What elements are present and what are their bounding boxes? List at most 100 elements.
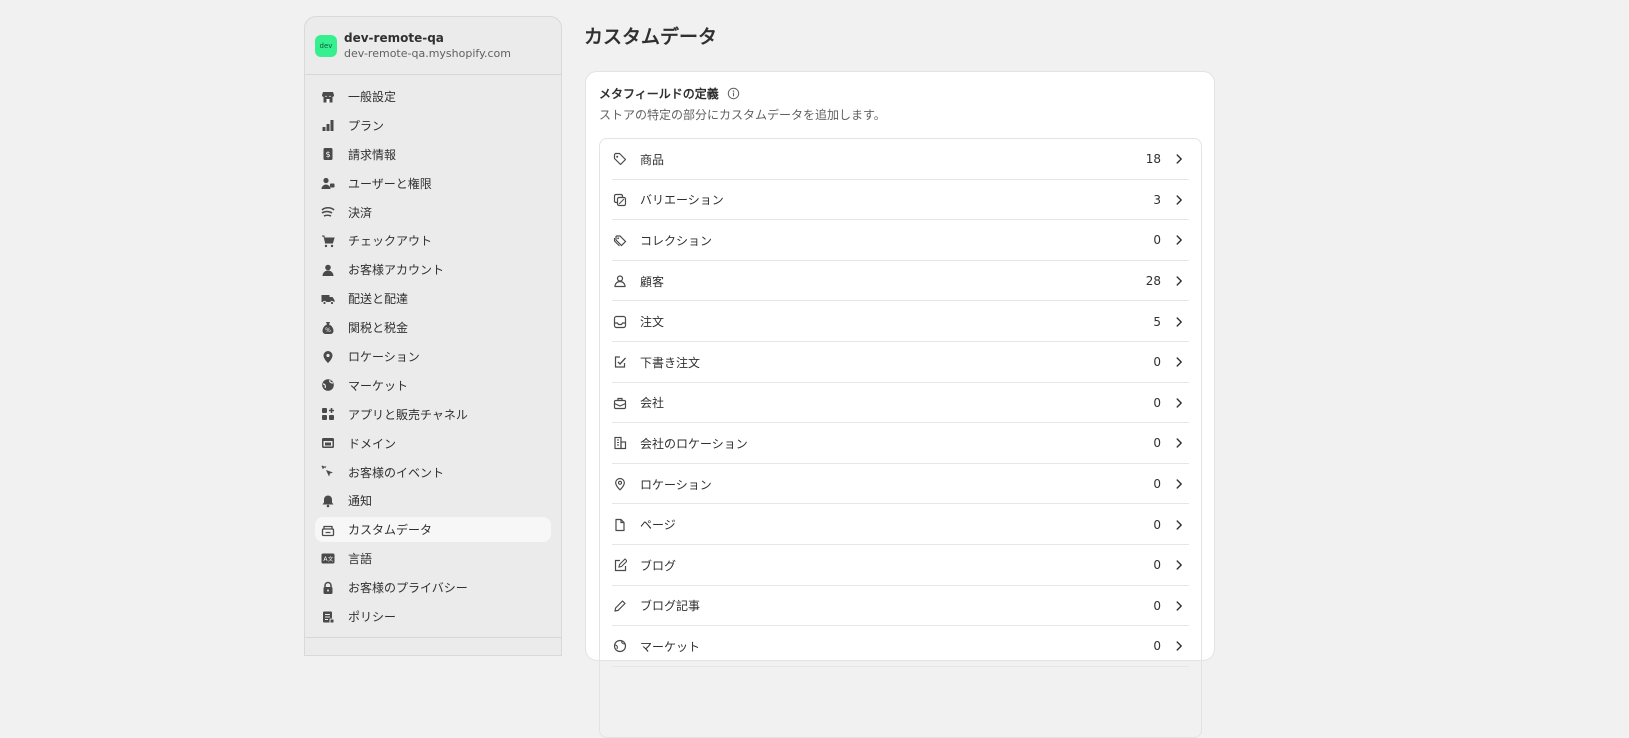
list-item[interactable]: 会社 0 [600, 383, 1201, 424]
sidebar-item-domain[interactable]: ドメイン [315, 431, 551, 456]
list-item-count: 5 [1153, 314, 1161, 329]
list-item[interactable]: ブログ記事 0 [600, 586, 1201, 627]
chevron-right-icon [1173, 316, 1189, 328]
sidebar-item-label: 一般設定 [348, 90, 397, 104]
pencil-icon [612, 598, 628, 614]
list-item-label: バリエーション [640, 193, 724, 208]
sidebar-item-label: ドメイン [348, 436, 397, 451]
sidebar-item-cart[interactable]: チェックアウト [315, 228, 551, 253]
payments-icon [320, 204, 336, 220]
sidebar-item-label: マーケット [348, 378, 409, 393]
sidebar-item-label: 言語 [348, 552, 373, 567]
sidebar-item-payments[interactable]: 決済 [315, 200, 551, 225]
store-name: dev-remote-qa [344, 30, 444, 45]
sidebar-item-apps[interactable]: アプリと販売チャネル [315, 402, 551, 427]
sidebar-item-label: 請求情報 [348, 147, 397, 162]
resource-list: 商品 18 バリエーション 3 コレクション 0 顧客 28 注文 5 下書き注文 0 会社 0 会社のロケ… [599, 138, 1202, 738]
chevron-right-icon [1173, 275, 1189, 287]
inbox-icon [612, 314, 628, 330]
billing-icon: $ [320, 146, 336, 162]
list-item-label: マーケット [640, 639, 701, 654]
apps-icon [320, 406, 336, 422]
list-item[interactable]: ブログ 0 [600, 545, 1201, 586]
chevron-right-icon [1173, 640, 1189, 652]
list-item[interactable]: ロケーション 0 [600, 464, 1201, 505]
store-domain: dev-remote-qa.myshopify.com [344, 46, 512, 60]
sidebar-item-location[interactable]: ロケーション [315, 344, 551, 369]
sidebar-item-label: ユーザーと権限 [348, 176, 432, 191]
person-icon [612, 273, 628, 289]
sidebar-item-users[interactable]: ユーザーと権限 [315, 171, 551, 196]
draft-order-icon [612, 354, 628, 370]
sidebar-item-store[interactable]: 一般設定 [315, 84, 551, 109]
store-switcher[interactable]: dev dev-remote-qa dev-remote-qa.myshopif… [305, 17, 561, 75]
language-icon: A文 [320, 551, 336, 567]
list-item-count: 0 [1153, 233, 1161, 248]
svg-text:文: 文 [328, 555, 334, 563]
users-icon [320, 175, 336, 191]
chevron-right-icon [1173, 559, 1189, 571]
list-item[interactable]: 会社のロケーション 0 [600, 423, 1201, 464]
list-item-label: 注文 [640, 315, 665, 330]
blog-icon [612, 557, 628, 573]
settings-nav: 一般設定プラン $ 請求情報ユーザーと権限決済チェックアウト お客様アカウント 配送と配… [305, 75, 561, 629]
sidebar-item-label: お客様アカウント [348, 263, 445, 278]
list-item[interactable]: ページ 0 [600, 504, 1201, 545]
list-item-count: 0 [1153, 558, 1161, 573]
list-item-count: 18 [1145, 152, 1161, 167]
cursor-icon [320, 464, 336, 480]
list-item-label: ページ [640, 518, 676, 533]
sidebar-item-person[interactable]: お客様アカウント [315, 257, 551, 282]
tax-icon: % [320, 320, 336, 336]
sidebar-item-label: プラン [348, 118, 385, 133]
sidebar-item-language[interactable]: A 文言語 [315, 546, 551, 571]
sidebar-item-bell[interactable]: 通知 [315, 488, 551, 513]
sidebar-item-cursor[interactable]: お客様のイベント [315, 460, 551, 485]
page-title: カスタムデータ [584, 26, 718, 48]
list-item-label: ロケーション [640, 477, 712, 492]
sidebar-item-label: 配送と配達 [348, 292, 409, 307]
plan-icon [320, 117, 336, 133]
sidebar-item-label: お客様のプライバシー [348, 581, 468, 596]
chevron-right-icon [1173, 356, 1189, 368]
list-item-count: 0 [1153, 477, 1161, 492]
sidebar-item-billing[interactable]: $ 請求情報 [315, 142, 551, 167]
tag-icon [612, 151, 628, 167]
company-icon [612, 395, 628, 411]
list-item[interactable]: バリエーション 3 [600, 180, 1201, 221]
chevron-right-icon [1173, 397, 1189, 409]
list-item-count: 0 [1153, 436, 1161, 451]
list-item[interactable]: マーケット 0 [600, 626, 1201, 667]
sidebar-item-lock[interactable]: お客様のプライバシー [315, 575, 551, 600]
sidebar-item-truck[interactable]: 配送と配達 [315, 286, 551, 311]
lock-icon [320, 580, 336, 596]
list-item-label: 下書き注文 [640, 355, 701, 370]
person-icon [320, 262, 336, 278]
bell-icon [320, 493, 336, 509]
sidebar-item-label: チェックアウト [348, 234, 433, 249]
list-item[interactable]: 下書き注文 0 [600, 342, 1201, 383]
card-title: メタフィールドの定義 [599, 87, 719, 101]
list-item[interactable]: コレクション 0 [600, 220, 1201, 261]
sidebar-item-label: お客様のイベント [348, 465, 445, 480]
list-item-label: ブログ記事 [640, 599, 701, 614]
info-icon[interactable] [727, 87, 740, 100]
custom-data-icon [320, 522, 336, 538]
settings-sidebar: dev dev-remote-qa dev-remote-qa.myshopif… [304, 16, 562, 656]
location-icon [320, 349, 336, 365]
list-item-label: ブログ [640, 558, 677, 573]
location-icon [612, 476, 628, 492]
domain-icon [320, 435, 336, 451]
sidebar-item-custom-data[interactable]: カスタムデータ [315, 517, 551, 543]
sidebar-item-plan[interactable]: プラン [315, 113, 551, 138]
list-item[interactable]: 顧客 28 [600, 261, 1201, 302]
list-item[interactable]: 注文 5 [600, 301, 1201, 342]
sidebar-item-label: ロケーション [348, 350, 420, 365]
list-item[interactable]: 商品 18 [600, 139, 1201, 180]
sidebar-item-policy[interactable]: ポリシー [315, 604, 551, 629]
sidebar-item-tax[interactable]: % 関税と税金 [315, 315, 551, 340]
policy-icon [320, 609, 336, 625]
list-item-count: 0 [1153, 598, 1161, 613]
sidebar-item-globe[interactable]: マーケット [315, 373, 551, 398]
chevron-right-icon [1173, 194, 1189, 206]
